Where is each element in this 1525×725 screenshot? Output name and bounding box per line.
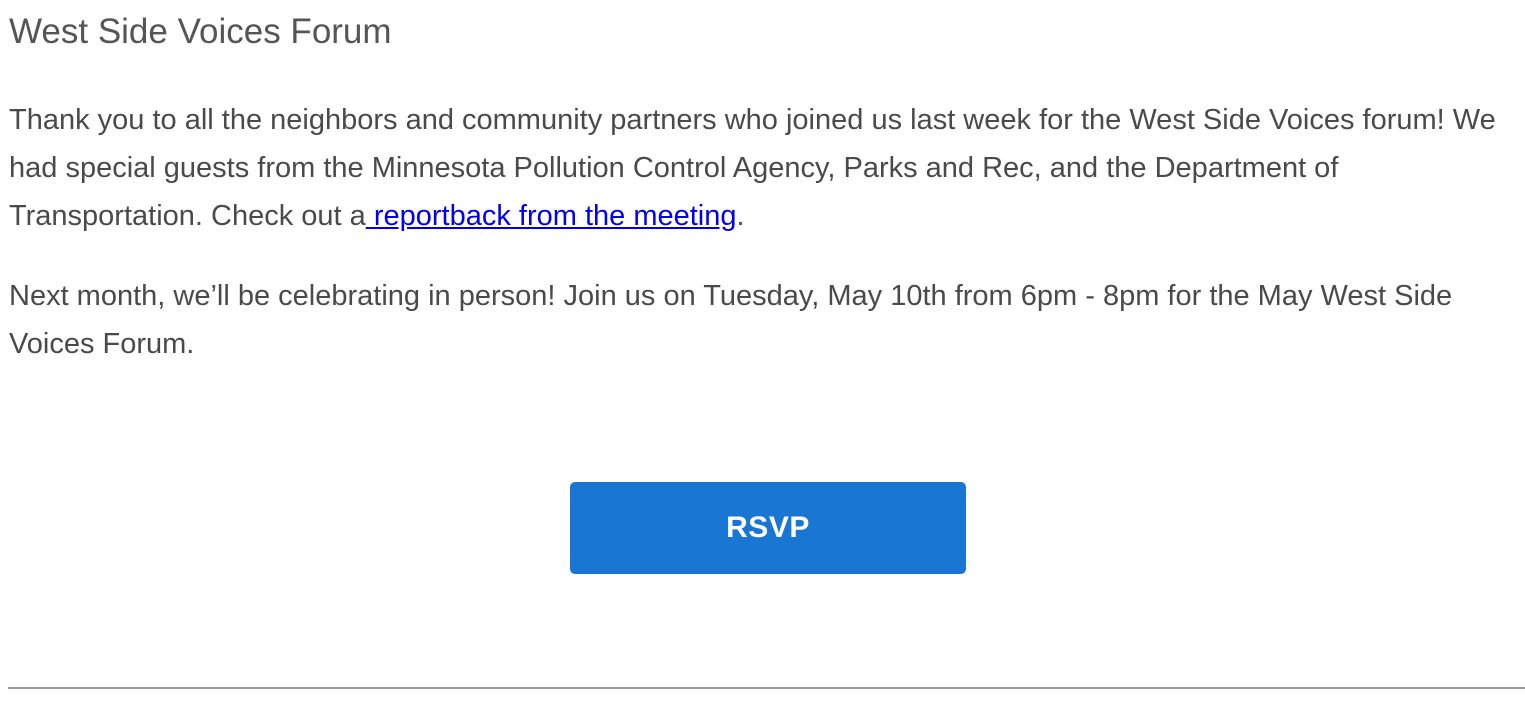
recap-text: Thank you to all the neighbors and commu… xyxy=(9,104,1496,232)
rsvp-button[interactable]: RSVP xyxy=(570,482,966,574)
next-forum-paragraph: Next month, we’ll be celebrating in pers… xyxy=(9,280,1453,360)
section-title: West Side Voices Forum xyxy=(9,12,392,51)
recap-text-end: . xyxy=(736,200,745,232)
reportback-link[interactable]: reportback from the meeting xyxy=(366,200,737,232)
rsvp-button-container: RSVP xyxy=(570,482,966,574)
section-divider xyxy=(8,687,1525,689)
forum-recap-paragraph: Thank you to all the neighbors and commu… xyxy=(9,96,1519,240)
